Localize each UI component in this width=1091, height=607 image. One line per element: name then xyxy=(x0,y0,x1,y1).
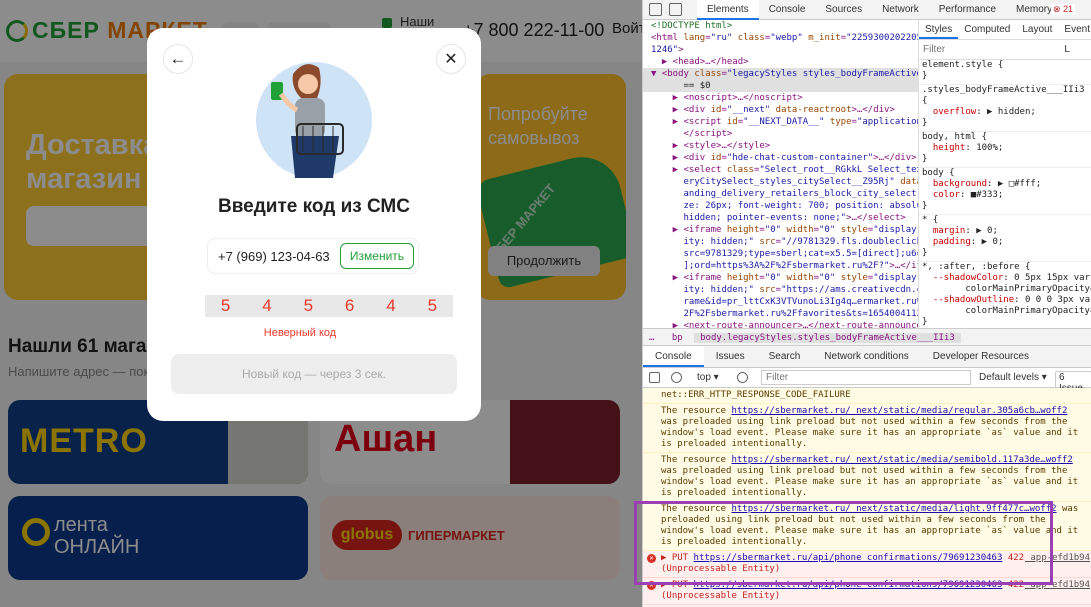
log-levels-select[interactable]: Default levels ▾ xyxy=(979,372,1047,383)
error-status: (Unprocessable Entity) xyxy=(661,591,781,601)
breadcrumb-item-body[interactable]: body.legacyStyles.styles_bodyFrameActive… xyxy=(694,333,961,343)
eye-icon[interactable] xyxy=(737,372,748,383)
device-toggle-icon[interactable] xyxy=(669,3,682,16)
code-digit: 4 xyxy=(386,296,396,315)
resend-code-button[interactable]: Новый код — через 3 сек. xyxy=(171,354,457,394)
drawer-tab-console[interactable]: Console xyxy=(643,346,704,367)
log-levels-value: Default levels xyxy=(979,372,1040,383)
code-digit: 5 xyxy=(220,296,231,315)
devtools-tabs: Elements Console Sources Network Perform… xyxy=(697,0,1062,20)
elements-tree: <!DOCTYPE html> <html lang="ru" class="w… xyxy=(643,20,918,328)
devtools-toolbar: Elements Console Sources Network Perform… xyxy=(643,0,1091,20)
breadcrumb: … bp body.legacyStyles.styles_bodyFrameA… xyxy=(643,328,1091,346)
code-digit: 6 xyxy=(344,296,355,315)
close-icon: ✕ xyxy=(444,51,458,68)
console-toolbar: top ▾ Filter Default levels ▾ 6 Issue xyxy=(643,368,1091,395)
console-warning: The resource https://sbermarket.ru/_next… xyxy=(643,453,1091,502)
code-digit: 5 xyxy=(303,296,314,315)
styles-tabs: Styles Computed Layout Event L xyxy=(919,20,1091,55)
tab-computed[interactable]: Computed xyxy=(958,20,1016,39)
inspect-element-icon[interactable] xyxy=(649,3,662,16)
console-filter-input[interactable]: Filter xyxy=(761,370,971,385)
sidebar-toggle-icon[interactable] xyxy=(649,372,660,383)
tab-sources[interactable]: Sources xyxy=(815,0,872,20)
sbermarket-page: СБЕР МАРКЕТ Все Быстрая Наши +7 800 222-… xyxy=(0,0,642,607)
woman-with-basket-illustration xyxy=(256,62,372,178)
issues-count-badge[interactable]: ⊗ 21 xyxy=(1051,4,1076,15)
drawer-tab-search[interactable]: Search xyxy=(757,346,813,367)
tab-event-listeners[interactable]: Event L xyxy=(1058,20,1091,55)
warning-link[interactable]: https://sbermarket.ru/_next/static/media… xyxy=(731,455,1072,465)
sms-code-input[interactable]: 5 4 5 6 4 5 xyxy=(205,295,453,317)
warning-suffix: was preloaded using link preload but not… xyxy=(661,417,1079,449)
warning-prefix: The resource xyxy=(661,406,727,416)
drawer-tabs: Console Issues Search Network conditions… xyxy=(643,346,1091,368)
close-button[interactable]: ✕ xyxy=(436,44,466,74)
phone-display: +7 (969) 123-04-63 Изменить xyxy=(207,238,419,274)
annotation-highlight-box xyxy=(634,501,1053,585)
console-warning: The resource https://sbermarket.ru/_next… xyxy=(643,404,1091,453)
drawer-tab-network-conditions[interactable]: Network conditions xyxy=(812,346,920,367)
drawer-tab-developer-resources[interactable]: Developer Resources xyxy=(921,346,1041,367)
tab-layout[interactable]: Layout xyxy=(1016,20,1058,39)
tab-console[interactable]: Console xyxy=(759,0,816,20)
invalid-code-error: Неверный код xyxy=(263,327,337,339)
tab-performance[interactable]: Performance xyxy=(929,0,1006,20)
arrow-left-icon: ← xyxy=(169,49,187,68)
clear-console-icon[interactable] xyxy=(671,372,682,383)
console-message: net::ERR_HTTP_RESPONSE_CODE_FAILURE xyxy=(643,388,1091,404)
back-button[interactable]: ← xyxy=(163,44,193,74)
phone-number: +7 (969) 123-04-63 xyxy=(218,249,330,264)
warning-link[interactable]: https://sbermarket.ru/_next/static/media… xyxy=(731,406,1067,416)
change-phone-button[interactable]: Изменить xyxy=(340,243,414,269)
tab-styles[interactable]: Styles xyxy=(919,20,959,39)
sms-code-modal: ← ✕ Введите код из СМС +7 (969) 123-04-6… xyxy=(147,28,481,421)
tab-network[interactable]: Network xyxy=(872,0,929,20)
breadcrumb-item[interactable]: bp xyxy=(666,333,689,343)
drawer-tab-issues[interactable]: Issues xyxy=(704,346,757,367)
styles-pane: Styles Computed Layout Event L Filter el… xyxy=(918,20,1091,328)
code-digit: 5 xyxy=(427,296,438,315)
code-digit: 4 xyxy=(262,296,272,315)
issues-count: 21 xyxy=(1063,4,1074,14)
warning-prefix: The resource xyxy=(661,455,727,465)
tab-elements[interactable]: Elements xyxy=(697,0,759,20)
warning-suffix: was preloaded using link preload but not… xyxy=(661,466,1079,498)
modal-title: Введите код из СМС xyxy=(218,196,410,217)
context-select[interactable]: top ▾ xyxy=(697,372,719,383)
context-select-value: top xyxy=(697,372,711,383)
